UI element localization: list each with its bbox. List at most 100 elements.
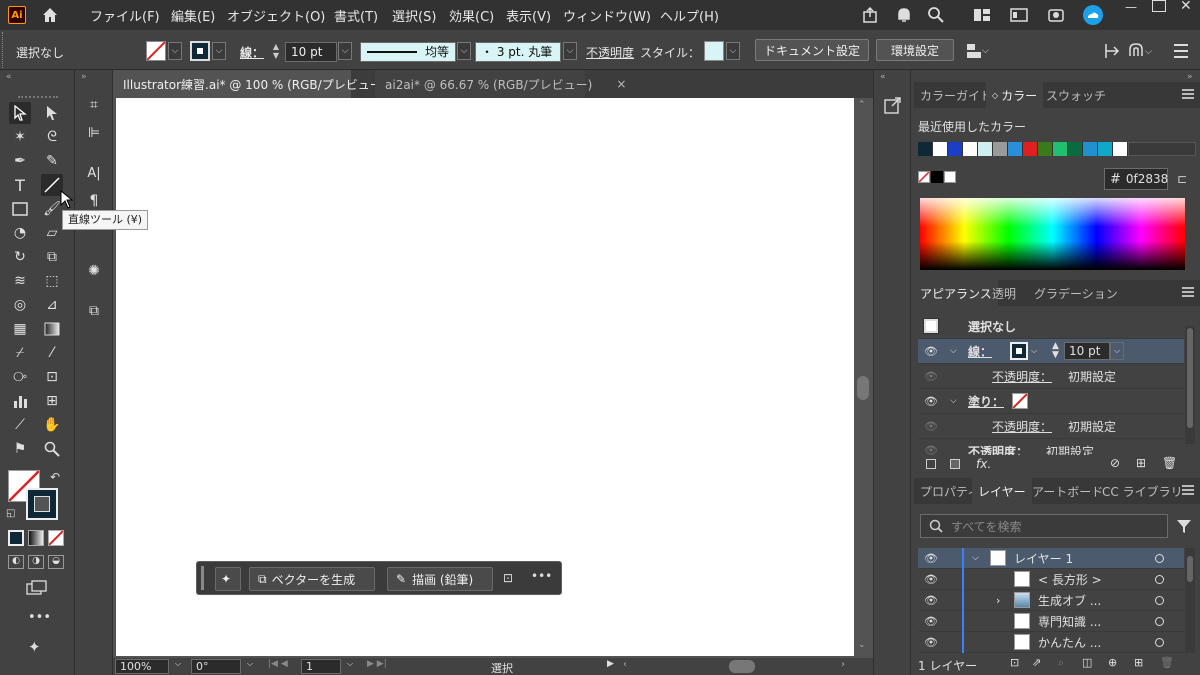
collapse-icon[interactable]: » — [81, 72, 87, 82]
white-color-swatch[interactable] — [944, 171, 956, 183]
menu-window[interactable]: ウィンドウ(W) — [563, 6, 651, 25]
recent-color-swatch[interactable] — [1068, 142, 1083, 156]
slice-tool-icon[interactable]: ⟋ — [9, 414, 31, 436]
profile-select[interactable]: 均等 — [360, 42, 456, 62]
color-picker-icon[interactable]: ⊏ — [1177, 172, 1187, 186]
make-clipping-mask-icon[interactable]: ◫ — [1082, 656, 1092, 669]
recent-color-swatch[interactable] — [948, 142, 963, 156]
layer-row[interactable]: 👁 › 生成オブ ... — [918, 589, 1184, 611]
collapse-icon[interactable]: « — [6, 72, 12, 82]
align-panel-icon[interactable]: ⊫ — [83, 122, 105, 144]
edit-toolbar-icon[interactable]: ••• — [28, 610, 51, 625]
visibility-eye-icon[interactable]: 👁 — [924, 344, 938, 358]
cloud-account-icon[interactable] — [1082, 4, 1104, 26]
layer-name[interactable]: 専門知識 ... — [1038, 613, 1101, 630]
appearance-fill-row[interactable]: 👁 ⌵ 塗り： — [918, 389, 1184, 414]
status-menu-icon[interactable]: ▶ — [607, 659, 614, 669]
target-circle-icon[interactable] — [1155, 574, 1164, 584]
clear-appearance-icon[interactable]: ⊘ — [1110, 456, 1120, 470]
expand-chevron-icon[interactable]: › — [996, 594, 1000, 607]
tab-color[interactable]: ◇ カラー — [986, 82, 1044, 108]
visibility-eye-icon[interactable]: 👁 — [924, 443, 938, 456]
black-color-swatch[interactable] — [931, 171, 943, 183]
fill-swatch[interactable] — [146, 41, 166, 61]
export-icon[interactable] — [884, 96, 902, 114]
vertical-scroll-thumb[interactable] — [857, 376, 869, 400]
delete-layer-icon[interactable]: 🗑 — [1160, 656, 1174, 669]
recent-color-swatch[interactable] — [918, 142, 933, 156]
more-options-icon[interactable] — [1172, 42, 1192, 60]
default-colors-icon[interactable]: ◱ — [6, 508, 15, 519]
draw-behind-icon[interactable]: ◑ — [28, 555, 44, 569]
scroll-left-icon[interactable]: ‹ — [623, 659, 627, 670]
appearance-stroke-weight[interactable]: 10 pt — [1064, 342, 1110, 360]
layer-row[interactable]: 👁 専門知識 ... — [918, 610, 1184, 632]
visibility-eye-icon[interactable]: 👁 — [924, 572, 938, 586]
collapse-icon[interactable]: « — [880, 72, 886, 82]
tab-layers[interactable]: レイヤー — [972, 478, 1032, 504]
menu-help[interactable]: ヘルプ(H) — [660, 6, 719, 25]
none-mode-icon[interactable] — [48, 530, 64, 546]
taskbar-grip[interactable] — [201, 566, 205, 590]
tab-illustrator-practice[interactable]: Illustrator練習.ai* @ 100 % (RGB/プレビュー) × — [113, 70, 406, 98]
layer-name[interactable]: レイヤー 1 — [1014, 550, 1073, 567]
measure-tool-icon[interactable]: ⁄ — [41, 342, 63, 364]
maximize-icon[interactable] — [1152, 0, 1166, 12]
appearance-object-opacity-row[interactable]: 👁 不透明度： 初期設定 — [918, 439, 1184, 456]
visibility-eye-icon[interactable]: 👁 — [924, 394, 938, 408]
add-stroke-icon[interactable] — [926, 459, 936, 469]
tab-swatches[interactable]: スウォッチ — [1040, 82, 1112, 108]
share-icon[interactable] — [862, 6, 880, 24]
expand-chevron-icon[interactable]: ⌵ — [950, 396, 957, 406]
visibility-eye-icon[interactable]: 👁 — [924, 614, 938, 628]
free-transform-tool-icon[interactable]: ⬚ — [41, 270, 63, 292]
scroll-down-icon[interactable]: ⌄ — [858, 640, 866, 650]
layer-name[interactable]: かんたん ... — [1038, 634, 1101, 651]
stroke-opacity-label[interactable]: 不透明度： — [992, 368, 1052, 385]
swap-colors-icon[interactable]: ↶ — [50, 470, 60, 484]
layer-row[interactable]: 👁 < 長方形 > — [918, 568, 1184, 590]
recent-color-swatch[interactable] — [1053, 142, 1068, 156]
graph-tool-icon[interactable] — [9, 390, 31, 412]
layer-name[interactable]: 生成オブ ... — [1038, 592, 1101, 609]
tab-gradient[interactable]: グラデーション — [1028, 280, 1124, 306]
collapse-chevron-icon[interactable]: ⌵ — [972, 553, 979, 563]
layers-search-input[interactable]: すべてを検索 — [920, 514, 1168, 538]
magnet-icon[interactable]: ⌵ — [1127, 42, 1155, 60]
recent-color-swatch[interactable] — [1038, 142, 1053, 156]
artboard-dropdown[interactable]: ⌵ — [343, 659, 357, 674]
magic-wand-tool-icon[interactable]: ✶ — [9, 126, 31, 148]
visibility-eye-icon[interactable]: 👁 — [924, 635, 938, 649]
zoom-tool-icon[interactable] — [41, 438, 63, 460]
rotation-dropdown[interactable]: ⌵ — [243, 659, 257, 674]
appearance-fill-label[interactable]: 塗り： — [968, 393, 1004, 410]
layers-panel-menu-icon[interactable] — [1182, 485, 1194, 495]
recent-color-swatch[interactable] — [978, 142, 993, 156]
appearance-stroke-row[interactable]: 👁 ⌵ 線： ⌵ ▲ ▼ 10 pt ⌵ — [918, 339, 1184, 364]
ai-sparkle-button[interactable]: ✦ — [215, 567, 241, 591]
fill-dropdown[interactable]: ⌵ — [168, 42, 182, 60]
type-tool-icon[interactable]: T — [9, 174, 31, 196]
menu-effect[interactable]: 効果(C) — [449, 6, 494, 25]
draw-pencil-button[interactable]: ✎ 描画 (鉛筆) — [387, 567, 493, 591]
lasso-tool-icon[interactable]: ᘓ — [41, 126, 63, 148]
image-settings-icon[interactable]: ⊡ — [503, 571, 513, 585]
align-icon[interactable]: ⌵ — [965, 42, 989, 60]
recent-color-swatch[interactable] — [1023, 142, 1038, 156]
puppet-warp-tool-icon[interactable]: ⚑ — [9, 438, 31, 460]
brush-select[interactable]: ・ 3 pt. 丸筆 — [475, 42, 561, 62]
add-effect-button[interactable]: fx. — [976, 457, 991, 471]
panel-icon[interactable] — [1010, 7, 1028, 23]
scroll-right-icon[interactable]: › — [841, 659, 845, 670]
appearance-panel-menu-icon[interactable] — [1182, 287, 1194, 297]
brush-dropdown[interactable]: ⌵ — [563, 42, 577, 60]
more-options-button[interactable]: ••• — [531, 569, 552, 583]
shaper-tool-icon[interactable]: ◔ — [9, 222, 31, 244]
filter-icon[interactable] — [1176, 518, 1192, 534]
menu-select[interactable]: 選択(S) — [392, 6, 436, 25]
minimize-icon[interactable]: — — [1125, 0, 1141, 14]
visibility-eye-icon[interactable]: 👁 — [924, 551, 938, 565]
collapse-dock-icon[interactable]: » — [1187, 72, 1193, 82]
expand-chevron-icon[interactable]: ⌵ — [950, 346, 957, 356]
scroll-up-icon[interactable]: ⌃ — [858, 100, 866, 110]
